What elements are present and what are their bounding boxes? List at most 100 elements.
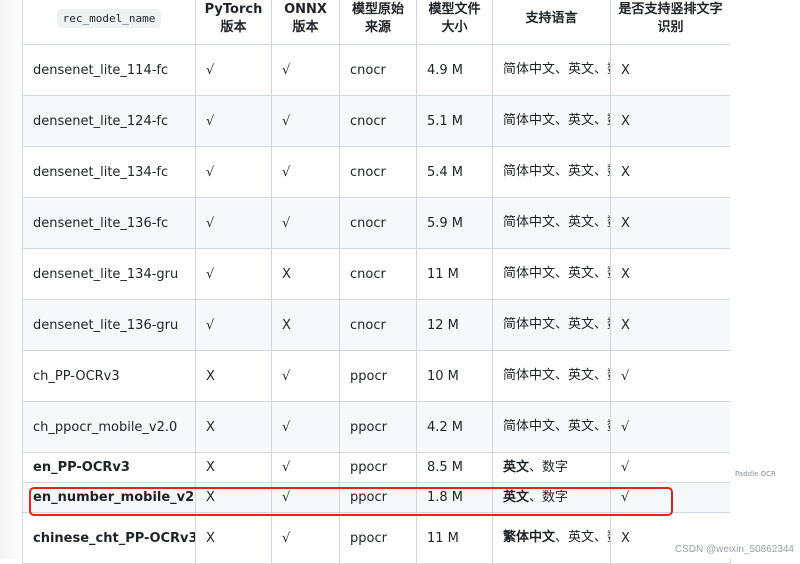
cell-size: 5.9 M xyxy=(416,197,493,249)
cell-vertical: X xyxy=(610,146,731,198)
cell-lang: 简体中文、英文、数字 xyxy=(492,95,611,147)
cell-onnx: √ xyxy=(271,452,340,483)
lang-bold: 英文 xyxy=(503,459,530,475)
cell-pytorch: X xyxy=(195,512,272,564)
cell-size: 10 M xyxy=(416,350,493,402)
cell-size: 11 M xyxy=(416,248,493,300)
lang-text: 、英文、数字 xyxy=(555,530,609,545)
table-row: densenet_lite_114-fc √ √ cnocr 4.9 M 简体中文、英文、… xyxy=(22,44,731,96)
table-row: densenet_lite_134-gru √ Xcnocr 11 M 简体中文、英文、… xyxy=(22,248,731,300)
cell-lang: 简体中文、英文、数字 xyxy=(492,146,611,198)
cell-onnx: √ xyxy=(271,146,340,198)
cell-onnx: X xyxy=(271,299,340,351)
table-row: chinese_cht_PP-OCRv3X√ppocr11 M繁体中文、英文、数… xyxy=(22,512,731,564)
cell-size: 5.4 M xyxy=(416,146,493,198)
lang-text: 简体中文、英文、数字 xyxy=(503,62,610,77)
table-row: en_PP-OCRv3 X √ ppocr 8.5 M 英文、数字 √ xyxy=(22,452,731,483)
cell-onnx: √ xyxy=(271,512,340,564)
lang-text: 简体中文、英文、数字 xyxy=(503,215,610,230)
cell-source: cnocr xyxy=(339,197,417,249)
cell-model: densenet_lite_114-fc xyxy=(22,44,196,96)
lang-text: 简体中文、英文、数字 xyxy=(503,317,610,332)
cell-onnx: √ xyxy=(271,350,340,402)
lang-text: 简体中文、英文、数字 xyxy=(503,368,610,383)
cell-onnx: √ xyxy=(271,482,340,513)
cell-source: cnocr xyxy=(339,248,417,300)
cell-size: 8.5 M xyxy=(416,452,493,483)
header-source: 模型原始来源 xyxy=(339,0,417,45)
cell-vertical: √ xyxy=(610,482,731,513)
model-table: rec_model_name PyTorch 版本 ONNX 版本 模型原始来源… xyxy=(22,0,731,564)
cell-pytorch: √ xyxy=(195,248,272,300)
cell-pytorch: √ xyxy=(195,146,272,198)
table-body: densenet_lite_114-fc √ √ cnocr 4.9 M 简体中文、英文、… xyxy=(22,44,731,564)
cell-source: cnocr xyxy=(339,44,417,96)
table-header-row: rec_model_name PyTorch 版本 ONNX 版本 模型原始来源… xyxy=(22,0,731,45)
header-onnx: ONNX 版本 xyxy=(271,0,340,45)
header-pytorch: PyTorch 版本 xyxy=(195,0,272,45)
table-row: densenet_lite_136-gru √ Xcnocr 12 M 简体中文、英文、… xyxy=(22,299,731,351)
cell-lang: 英文、数字 xyxy=(492,482,611,513)
cell-lang: 简体中文、英文、数字 xyxy=(492,401,611,453)
table-row: en_number_mobile_v2.0 X √ ppocr 1.8 M 英文、数字 √ xyxy=(22,482,731,513)
left-gutter xyxy=(0,0,22,559)
lang-text: 简体中文、英文、数字 xyxy=(503,419,610,434)
cell-source: cnocr xyxy=(339,95,417,147)
cell-pytorch: √ xyxy=(195,44,272,96)
cell-lang: 简体中文、英文、数字 xyxy=(492,350,611,402)
cell-onnx: √ xyxy=(271,44,340,96)
watermark: CSDN @weixin_50862344 xyxy=(674,544,794,555)
cell-model: densenet_lite_136-fc xyxy=(22,197,196,249)
cell-size: 5.1 M xyxy=(416,95,493,147)
cell-onnx: √ xyxy=(271,401,340,453)
cell-pytorch: √ xyxy=(195,95,272,147)
table-row: ch_ppocr_mobile_v2.0 X √ ppocr 4.2 M 简体中文、英文、… xyxy=(22,401,731,453)
cell-model: en_number_mobile_v2.0 xyxy=(22,482,196,513)
cell-pytorch: X xyxy=(195,401,272,453)
cell-onnx: √ xyxy=(271,197,340,249)
cell-onnx: √ xyxy=(271,95,340,147)
cell-source: ppocr xyxy=(339,482,417,513)
cell-model: ch_ppocr_mobile_v2.0 xyxy=(22,401,196,453)
cell-pytorch: √ xyxy=(195,299,272,351)
cell-lang: 简体中文、英文、数字 xyxy=(492,197,611,249)
cell-source: cnocr xyxy=(339,299,417,351)
table-row: densenet_lite_136-fc √ √ cnocr 5.9 M 简体中文、英文、… xyxy=(22,197,731,249)
cell-lang: 简体中文、英文、数字 xyxy=(492,299,611,351)
cell-model: en_PP-OCRv3 xyxy=(22,452,196,483)
lang-text: 简体中文、英文、数字 xyxy=(503,164,610,179)
cell-onnx: X xyxy=(271,248,340,300)
cell-size: 4.9 M xyxy=(416,44,493,96)
cell-size: 11 M xyxy=(416,512,493,564)
header-size: 模型文件大小 xyxy=(416,0,493,45)
cell-vertical: X xyxy=(610,44,731,96)
table-row: ch_PP-OCRv3X√ppocr10 M简体中文、英文、数字√ xyxy=(22,350,731,402)
table-row: densenet_lite_124-fc √ √ cnocr 5.1 M 简体中文、英文、… xyxy=(22,95,731,147)
cell-vertical: X xyxy=(610,299,731,351)
cell-source: ppocr xyxy=(339,350,417,402)
cell-vertical: X xyxy=(610,197,731,249)
lang-text: 、数字 xyxy=(529,489,569,505)
cell-vertical: √ xyxy=(610,350,731,402)
cell-model: densenet_lite_134-fc xyxy=(22,146,196,198)
header-lang: 支持语言 xyxy=(492,0,611,45)
cell-source: ppocr xyxy=(339,452,417,483)
cell-lang: 英文、数字 xyxy=(492,452,611,483)
cell-lang: 简体中文、英文、数字 xyxy=(492,248,611,300)
cell-size: 1.8 M xyxy=(416,482,493,513)
cell-model: densenet_lite_134-gru xyxy=(22,248,196,300)
cell-source: ppocr xyxy=(339,512,417,564)
lang-text: 简体中文、英文、数字 xyxy=(503,113,610,128)
screenshot-stage: rec_model_name PyTorch 版本 ONNX 版本 模型原始来源… xyxy=(0,0,800,564)
cell-vertical: √ xyxy=(610,452,731,483)
cell-size: 4.2 M xyxy=(416,401,493,453)
cell-pytorch: √ xyxy=(195,197,272,249)
header-vertical: 是否支持竖排文字识别 xyxy=(610,0,731,45)
cell-model: chinese_cht_PP-OCRv3 xyxy=(22,512,196,564)
cell-vertical: X xyxy=(610,512,731,564)
cell-lang: 繁体中文、英文、数字 xyxy=(492,512,611,564)
cell-vertical: √ xyxy=(610,401,731,453)
lang-text: 、数字 xyxy=(529,459,569,475)
cell-pytorch: X xyxy=(195,350,272,402)
cell-vertical: X xyxy=(610,95,731,147)
